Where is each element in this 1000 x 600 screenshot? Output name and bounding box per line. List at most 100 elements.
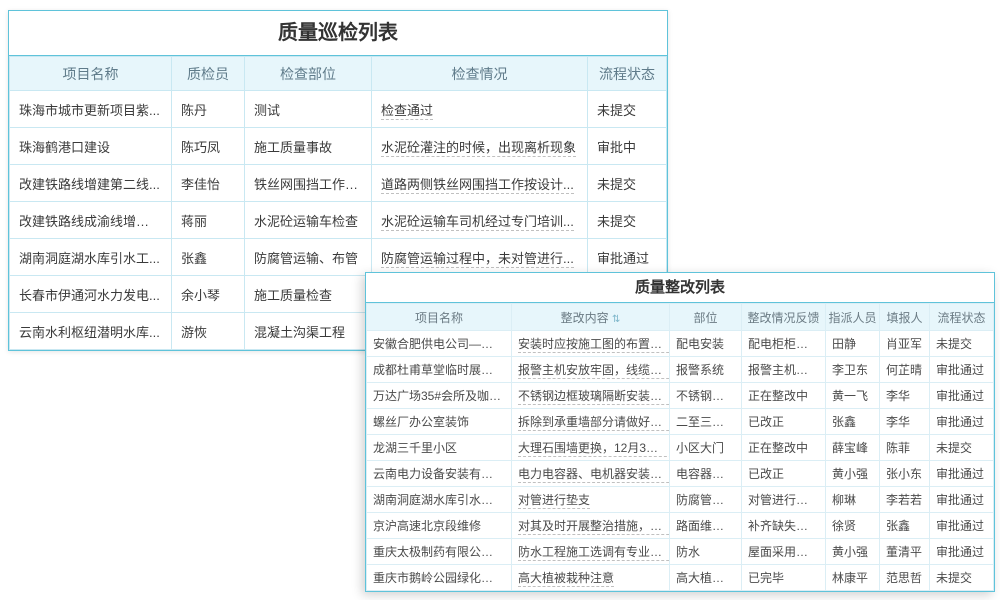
inspector-name: 陈丹	[172, 91, 245, 128]
table-row: 改建铁路线增建第二线...李佳怡铁丝网围挡工作检查道路两侧铁丝网围挡工作按设计.…	[10, 165, 667, 202]
status-badge: 未提交	[588, 91, 667, 128]
project-name-link[interactable]: 螺丝厂办公室装饰	[367, 409, 512, 435]
column-header-status: 流程状态	[588, 57, 667, 91]
inspector-name: 张鑫	[172, 239, 245, 276]
project-name-link[interactable]: 改建铁路线成渝线增建第...	[10, 202, 172, 239]
project-name-link[interactable]: 云南电力设备安装有限公司20...	[367, 461, 512, 487]
rectification-part: 配电安装	[670, 331, 742, 357]
column-header-content[interactable]: 整改内容 ⇅	[512, 304, 670, 331]
inspector-name: 李佳怡	[172, 165, 245, 202]
table-row: 改建铁路线成渝线增建第...蒋丽水泥砼运输车检查水泥砼运输车司机经过专门培训..…	[10, 202, 667, 239]
rectification-feedback: 正在整改中	[742, 383, 826, 409]
rectification-content: 高大植被栽种注意	[512, 565, 670, 591]
project-name-link[interactable]: 安徽合肥供电公司—配电设备...	[367, 331, 512, 357]
table-row: 重庆市鹅岭公园绿化景观提升...高大植被栽种注意高大植被栽种已完毕林康平范思哲未…	[367, 565, 994, 591]
rectification-feedback: 已完毕	[742, 565, 826, 591]
rectification-part: 防水	[670, 539, 742, 565]
inspection-part: 防腐管运输、布管	[245, 239, 372, 276]
assignee-name: 徐贤	[826, 513, 880, 539]
project-name-link[interactable]: 珠海鹤港口建设	[10, 128, 172, 165]
rectification-part: 小区大门	[670, 435, 742, 461]
rectification-content: 拆除到承重墙部分请做好加固...	[512, 409, 670, 435]
project-name-link[interactable]: 改建铁路线增建第二线...	[10, 165, 172, 202]
project-name-link[interactable]: 长春市伊通河水力发电...	[10, 276, 172, 313]
rectification-content-text: 安装时应按施工图的布置，将...	[518, 337, 670, 353]
rectification-content: 不锈钢边框玻璃隔断安装不牢...	[512, 383, 670, 409]
rectification-content: 对管进行垫支	[512, 487, 670, 513]
assignee-name: 李卫东	[826, 357, 880, 383]
rectification-feedback: 补齐缺失标志...	[742, 513, 826, 539]
rectification-content-text: 对其及时开展整治措施，桥头...	[518, 519, 670, 535]
reporter-name: 何芷晴	[880, 357, 930, 383]
reporter-name: 肖亚军	[880, 331, 930, 357]
rectification-content-text: 不锈钢边框玻璃隔断安装不牢...	[518, 389, 670, 405]
inspection-header-row: 项目名称 质检员 检查部位 检查情况 流程状态	[10, 57, 667, 91]
status-badge: 审批通过	[588, 239, 667, 276]
inspector-name: 余小琴	[172, 276, 245, 313]
assignee-name: 田静	[826, 331, 880, 357]
inspection-part: 测试	[245, 91, 372, 128]
sort-icon[interactable]: ⇅	[612, 314, 620, 325]
assignee-name: 柳琳	[826, 487, 880, 513]
column-header-project: 项目名称	[10, 57, 172, 91]
column-header-status: 流程状态	[930, 304, 994, 331]
status-badge: 未提交	[588, 165, 667, 202]
project-name-link[interactable]: 万达广场35#会所及咖啡厅空...	[367, 383, 512, 409]
inspection-situation-text: 检查通过	[381, 103, 433, 120]
column-header-reporter: 填报人	[880, 304, 930, 331]
rectification-content-text: 电力电容器、电机器安装方案...	[518, 467, 670, 483]
project-name-link[interactable]: 云南水利枢纽潜明水库...	[10, 313, 172, 350]
rectification-content: 对其及时开展整治措施，桥头...	[512, 513, 670, 539]
status-badge: 审批通过	[930, 357, 994, 383]
reporter-name: 范思哲	[880, 565, 930, 591]
project-name-link[interactable]: 龙湖三千里小区	[367, 435, 512, 461]
project-name-link[interactable]: 湖南洞庭湖水库引水工程施工标	[367, 487, 512, 513]
rectification-content-text: 拆除到承重墙部分请做好加固...	[518, 415, 670, 431]
rectification-feedback: 配电柜柜体与...	[742, 331, 826, 357]
table-row: 重庆太极制药有限公司亳州中...防水工程施工选调有专业资质...防水屋面采用聚氨…	[367, 539, 994, 565]
inspector-name: 游恢	[172, 313, 245, 350]
column-header-project: 项目名称	[367, 304, 512, 331]
rectification-content-text: 对管进行垫支	[518, 493, 590, 509]
rectification-content: 安装时应按施工图的布置，将...	[512, 331, 670, 357]
inspection-list-title: 质量巡检列表	[9, 11, 667, 56]
assignee-name: 薛宝峰	[826, 435, 880, 461]
project-name-link[interactable]: 京沪高速北京段维修	[367, 513, 512, 539]
project-name-link[interactable]: 珠海市城市更新项目紫...	[10, 91, 172, 128]
rectification-content: 报警主机安放牢固，线缆连接...	[512, 357, 670, 383]
project-name-link[interactable]: 重庆市鹅岭公园绿化景观提升...	[367, 565, 512, 591]
inspection-situation-text: 水泥砼运输车司机经过专门培训...	[381, 214, 574, 231]
status-badge: 审批通过	[930, 487, 994, 513]
table-row: 螺丝厂办公室装饰拆除到承重墙部分请做好加固...二至三楼混...已改正张鑫李华审…	[367, 409, 994, 435]
status-badge: 审批通过	[930, 461, 994, 487]
rectification-table: 项目名称 整改内容 ⇅ 部位 整改情况反馈 指派人员 填报人 流程状态 安徽合肥…	[366, 303, 994, 591]
table-row: 湖南洞庭湖水库引水工...张鑫防腐管运输、布管防腐管运输过程中，未对管进行...…	[10, 239, 667, 276]
reporter-name: 董清平	[880, 539, 930, 565]
rectification-feedback: 已改正	[742, 409, 826, 435]
table-row: 京沪高速北京段维修对其及时开展整治措施，桥头...路面维修检...补齐缺失标志.…	[367, 513, 994, 539]
inspection-situation: 防腐管运输过程中，未对管进行...	[372, 239, 588, 276]
table-row: 湖南洞庭湖水库引水工程施工标对管进行垫支防腐管运输...对管进行垫支柳琳李若若审…	[367, 487, 994, 513]
column-header-situation: 检查情况	[372, 57, 588, 91]
rectification-part: 二至三楼混...	[670, 409, 742, 435]
rectification-part: 高大植被栽种	[670, 565, 742, 591]
reporter-name: 张小东	[880, 461, 930, 487]
table-row: 万达广场35#会所及咖啡厅空...不锈钢边框玻璃隔断安装不牢...不锈钢安装..…	[367, 383, 994, 409]
rectification-content-text: 报警主机安放牢固，线缆连接...	[518, 363, 670, 379]
status-badge: 未提交	[930, 435, 994, 461]
assignee-name: 黄小强	[826, 539, 880, 565]
inspection-situation: 检查通过	[372, 91, 588, 128]
inspection-situation-text: 道路两侧铁丝网围挡工作按设计...	[381, 177, 574, 194]
assignee-name: 林康平	[826, 565, 880, 591]
status-badge: 未提交	[930, 565, 994, 591]
rectification-part: 电容器安装...	[670, 461, 742, 487]
rectification-header-row: 项目名称 整改内容 ⇅ 部位 整改情况反馈 指派人员 填报人 流程状态	[367, 304, 994, 331]
project-name-link[interactable]: 成都杜甫草堂临时展厅独立展...	[367, 357, 512, 383]
rectification-part: 防腐管运输...	[670, 487, 742, 513]
column-header-inspector: 质检员	[172, 57, 245, 91]
project-name-link[interactable]: 重庆太极制药有限公司亳州中...	[367, 539, 512, 565]
project-name-link[interactable]: 湖南洞庭湖水库引水工...	[10, 239, 172, 276]
inspection-part: 施工质量事故	[245, 128, 372, 165]
rectification-part: 报警系统	[670, 357, 742, 383]
inspection-part: 施工质量检查	[245, 276, 372, 313]
